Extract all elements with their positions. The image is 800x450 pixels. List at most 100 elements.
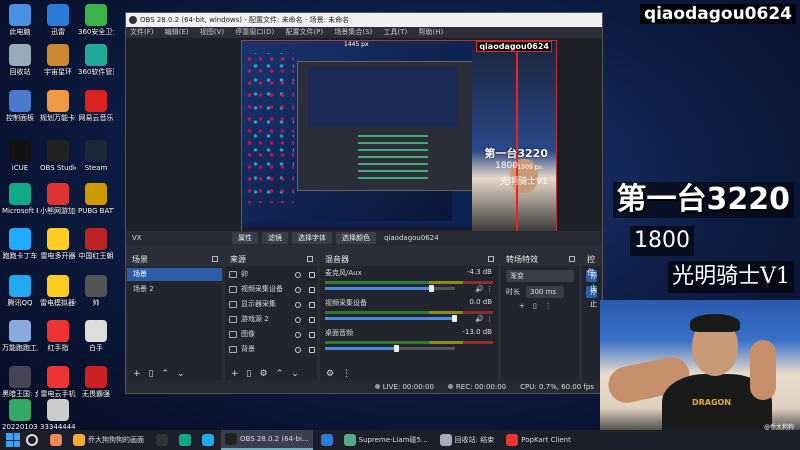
more-icon[interactable]: ⋮ bbox=[342, 369, 351, 379]
add-icon[interactable]: + bbox=[231, 369, 239, 379]
desktop-icon[interactable]: OBS Studio bbox=[40, 140, 76, 172]
taskbar-item[interactable]: PopKart Client bbox=[502, 430, 575, 450]
source-item[interactable]: 显示器采集 bbox=[225, 298, 317, 311]
lock-icon[interactable] bbox=[309, 346, 315, 353]
more-icon[interactable]: ⋮ bbox=[486, 285, 493, 293]
desktop-icon[interactable]: 雷电云手机 bbox=[40, 366, 76, 398]
gear-icon[interactable]: ⚙ bbox=[326, 369, 334, 379]
desktop-icon[interactable]: 回收站 bbox=[2, 44, 38, 76]
trash-icon[interactable]: ▯ bbox=[533, 302, 537, 310]
desktop-icon[interactable]: 黑暗王国: 女王崛起 bbox=[2, 366, 38, 398]
desktop-icon[interactable]: 规划万能卡丁车助手 bbox=[40, 90, 76, 122]
taskbar-item[interactable] bbox=[175, 430, 198, 450]
scene-item[interactable]: 场景 2 bbox=[127, 283, 222, 296]
volume-knob[interactable] bbox=[393, 345, 399, 352]
speaker-icon[interactable]: 🔊 bbox=[475, 285, 484, 293]
windows-start-icon[interactable] bbox=[6, 433, 20, 447]
menu-profile[interactable]: 配置文件(P) bbox=[285, 28, 323, 36]
eye-icon[interactable] bbox=[295, 286, 301, 293]
chevron-up-icon[interactable]: ⌃ bbox=[162, 369, 170, 379]
volume-knob[interactable] bbox=[428, 285, 434, 292]
more-icon[interactable]: ⋮ bbox=[545, 302, 552, 310]
trash-icon[interactable]: ▯ bbox=[149, 369, 154, 379]
preview-canvas[interactable]: 1445 px qiaodagou0624 第一台3220 1800 1009 … bbox=[241, 40, 557, 238]
select-color-button[interactable]: 选择颜色 bbox=[336, 232, 376, 244]
more-icon[interactable]: ⋮ bbox=[486, 315, 493, 323]
desktop-icon[interactable]: 360软件管家 bbox=[78, 44, 114, 76]
desktop-icon[interactable]: iCUE bbox=[2, 140, 38, 172]
stop-recording-button[interactable]: 停止 bbox=[586, 286, 597, 308]
menu-tools[interactable]: 工具(T) bbox=[384, 28, 408, 36]
desktop-icon[interactable]: Steam bbox=[78, 140, 114, 172]
search-icon[interactable] bbox=[26, 434, 38, 446]
desktop-icon[interactable]: 网易云音乐 bbox=[78, 90, 114, 122]
scene-item[interactable]: 场景 bbox=[127, 268, 222, 281]
chevron-up-icon[interactable]: ⌃ bbox=[276, 369, 284, 379]
source-item[interactable]: 卯 bbox=[225, 268, 317, 281]
desktop-icon[interactable]: 白手 bbox=[78, 320, 114, 352]
desktop-icon[interactable]: 雷电模拟器9 bbox=[40, 275, 76, 307]
properties-button[interactable]: 属性 bbox=[232, 232, 258, 244]
taskbar-item[interactable] bbox=[152, 430, 175, 450]
chevron-down-icon[interactable]: ⌄ bbox=[291, 369, 299, 379]
desktop-icon[interactable]: 无畏霸强 bbox=[78, 366, 114, 398]
desktop-icon[interactable]: 20220103... bbox=[2, 399, 38, 431]
desktop-icon[interactable]: 小熊网游加速 bbox=[40, 183, 76, 215]
taskbar-item[interactable]: 回收站: 结束 bbox=[436, 430, 499, 450]
duration-input[interactable]: 300 ms bbox=[526, 286, 564, 298]
taskbar-item[interactable]: 乔大狗狗狗的画面 bbox=[69, 430, 148, 450]
desktop-icon[interactable]: 帅 bbox=[78, 275, 114, 307]
desktop-icon[interactable]: 雷电多开器 bbox=[40, 228, 76, 260]
desktop-icon[interactable]: 腾讯QQ bbox=[2, 275, 38, 307]
lock-icon[interactable] bbox=[309, 331, 315, 338]
lock-icon[interactable] bbox=[309, 316, 315, 323]
desktop-icon[interactable]: 中国红王朝 bbox=[78, 228, 114, 260]
source-item[interactable]: 视频采集设备 bbox=[225, 283, 317, 296]
menu-view[interactable]: 视图(V) bbox=[200, 28, 224, 36]
desktop-icon[interactable]: 333444444... bbox=[40, 399, 76, 431]
undock-icon[interactable] bbox=[488, 256, 494, 262]
lock-icon[interactable] bbox=[309, 286, 315, 293]
desktop-icon[interactable]: Microsoft Edge bbox=[2, 183, 38, 215]
source-item[interactable]: 背景 bbox=[225, 343, 317, 356]
trash-icon[interactable]: ▯ bbox=[247, 369, 252, 379]
lock-icon[interactable] bbox=[309, 271, 315, 278]
eye-icon[interactable] bbox=[295, 301, 301, 308]
desktop-icon[interactable]: 红手指 bbox=[40, 320, 76, 352]
taskbar-item[interactable]: Supreme-Liam碰5... bbox=[340, 430, 432, 450]
add-icon[interactable]: + bbox=[133, 369, 141, 379]
speaker-icon[interactable]: 🔊 bbox=[475, 315, 484, 323]
volume-slider[interactable] bbox=[325, 315, 457, 322]
obs-titlebar[interactable]: OBS 28.0.2 (64-bit, windows) - 配置文件: 未命名… bbox=[126, 13, 602, 27]
menu-scene-collection[interactable]: 场景集合(S) bbox=[334, 28, 372, 36]
volume-knob[interactable] bbox=[452, 315, 457, 322]
transition-select[interactable]: 渐变 bbox=[506, 270, 574, 282]
filters-button[interactable]: 滤镜 bbox=[262, 232, 288, 244]
volume-slider[interactable] bbox=[325, 345, 455, 352]
menu-docks[interactable]: 停靠窗口(D) bbox=[235, 28, 274, 36]
taskbar-item[interactable] bbox=[46, 430, 69, 450]
desktop-icon[interactable]: 万能跑跑工具 EasyActiva... bbox=[2, 320, 38, 352]
menu-help[interactable]: 帮助(H) bbox=[419, 28, 444, 36]
menu-edit[interactable]: 编辑(E) bbox=[165, 28, 189, 36]
select-font-button[interactable]: 选择字体 bbox=[292, 232, 332, 244]
lock-icon[interactable] bbox=[309, 301, 315, 308]
taskbar-item[interactable] bbox=[317, 430, 340, 450]
add-icon[interactable]: + bbox=[519, 302, 525, 310]
menu-file[interactable]: 文件(F) bbox=[130, 28, 154, 36]
desktop-icon[interactable]: 跑跑卡丁车 bbox=[2, 228, 38, 260]
eye-icon[interactable] bbox=[295, 271, 301, 278]
undock-icon[interactable] bbox=[307, 256, 313, 262]
eye-icon[interactable] bbox=[295, 331, 301, 338]
eye-icon[interactable] bbox=[295, 316, 301, 323]
desktop-icon[interactable]: 控制面板 bbox=[2, 90, 38, 122]
undock-icon[interactable] bbox=[569, 256, 575, 262]
desktop-icon[interactable]: 宇宙星环 bbox=[40, 44, 76, 76]
chevron-down-icon[interactable]: ⌄ bbox=[177, 369, 185, 379]
desktop-icon[interactable]: 360安全卫士 bbox=[78, 4, 114, 36]
desktop-icon[interactable]: PUBG BATTLEGR... bbox=[78, 183, 114, 215]
gear-icon[interactable]: ⚙ bbox=[260, 369, 268, 379]
undock-icon[interactable] bbox=[212, 256, 218, 262]
source-item[interactable]: 图像 bbox=[225, 328, 317, 341]
desktop-icon[interactable]: 此电脑 bbox=[2, 4, 38, 36]
